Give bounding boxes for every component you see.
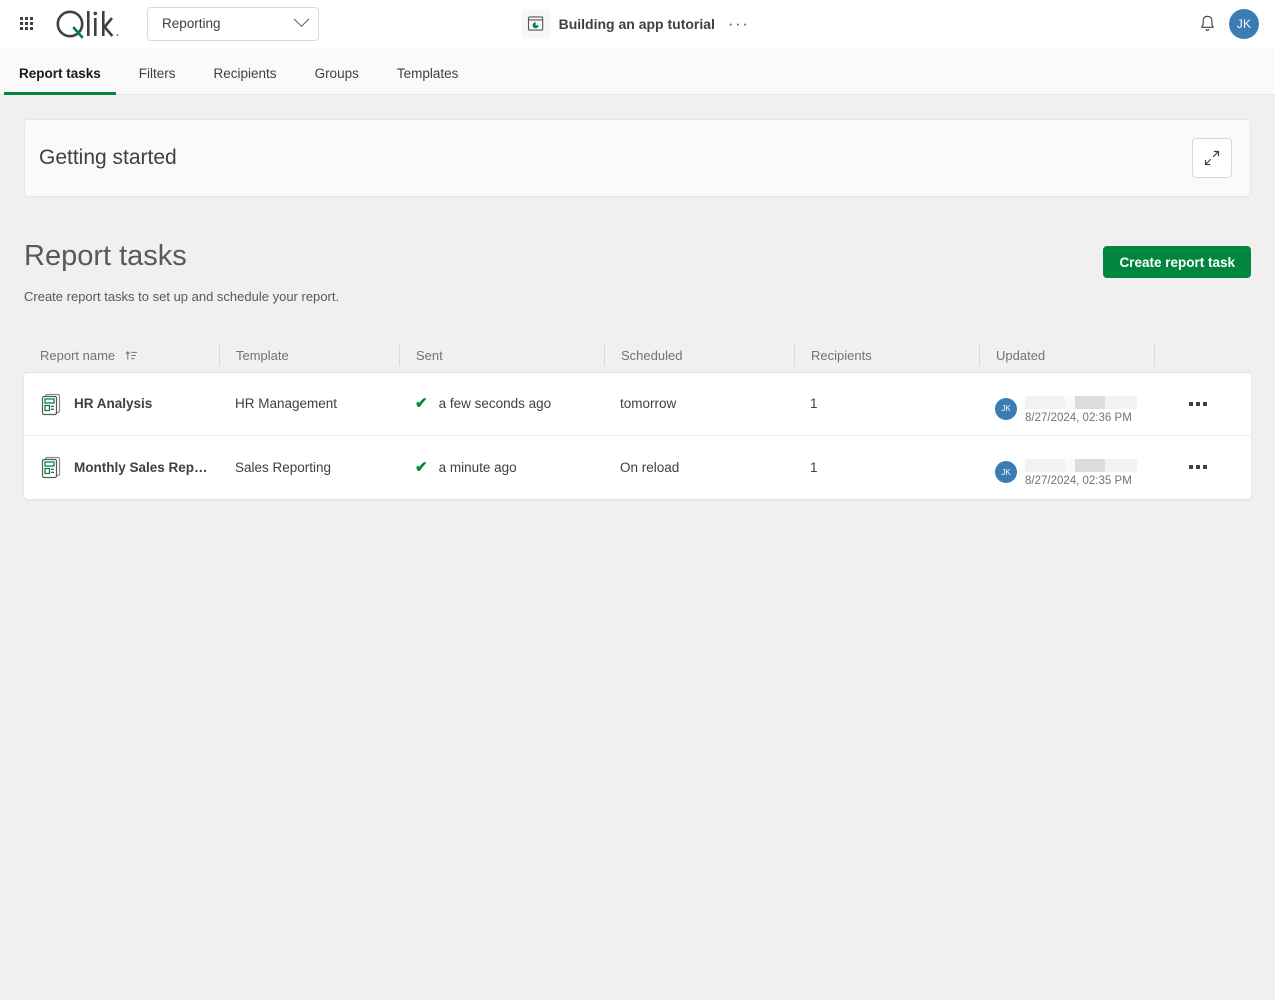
report-document-icon <box>41 457 61 479</box>
tab-templates[interactable]: Templates <box>378 66 478 94</box>
check-icon: ✔ <box>415 395 428 413</box>
main-content: Getting started Report tasks Create repo… <box>0 95 1275 499</box>
column-header-template[interactable]: Template <box>219 344 399 367</box>
app-title[interactable]: Building an app tutorial <box>559 16 715 32</box>
avatar: JK <box>995 461 1017 484</box>
tab-filters[interactable]: Filters <box>120 66 195 94</box>
create-report-task-button[interactable]: Create report task <box>1103 246 1251 278</box>
cell-scheduled: On reload <box>620 459 680 475</box>
column-header-actions <box>1154 344 1251 367</box>
report-document-icon <box>41 393 61 415</box>
tab-recipients[interactable]: Recipients <box>195 66 296 94</box>
cell-template: Sales Reporting <box>235 459 332 475</box>
cell-sent: ✔ a minute ago <box>399 460 604 475</box>
cell-actions <box>1154 401 1251 406</box>
page-title: Report tasks <box>24 240 187 272</box>
top-bar-actions: JK <box>1198 8 1275 39</box>
chevron-down-icon <box>293 11 310 28</box>
cell-updated: JK 8/27/2024, 02:35 PM <box>979 447 1154 487</box>
report-name-text: HR Analysis <box>74 396 153 412</box>
kebab-menu-icon[interactable] <box>1189 401 1207 406</box>
kebab-menu-icon[interactable] <box>1189 465 1207 470</box>
column-label-template: Template <box>236 347 289 363</box>
cell-report-name: HR Analysis <box>24 392 219 416</box>
updated-timestamp: 8/27/2024, 02:36 PM <box>1025 411 1132 424</box>
sort-ascending-icon[interactable] <box>125 349 138 362</box>
page-subtitle: Create report tasks to set up and schedu… <box>24 288 340 304</box>
expand-diagonal-icon <box>1204 150 1220 166</box>
column-header-sent[interactable]: Sent <box>399 344 604 367</box>
space-selector[interactable]: Reporting <box>147 6 319 41</box>
cell-scheduled: tomorrow <box>620 396 677 412</box>
expand-button[interactable] <box>1192 138 1232 178</box>
sent-text: a minute ago <box>438 459 517 475</box>
cell-actions <box>1154 465 1251 470</box>
redacted-user-name <box>1025 459 1137 473</box>
table-body: HR Analysis HR Management ✔ a few second… <box>24 372 1251 499</box>
check-icon: ✔ <box>415 458 428 476</box>
column-header-updated[interactable]: Updated <box>979 344 1154 367</box>
page-header: Report tasks Create report tasks to set … <box>24 240 1251 304</box>
table-header-row: Report name Template Sent Scheduled Reci… <box>24 339 1251 373</box>
table-row[interactable]: HR Analysis HR Management ✔ a few second… <box>24 373 1251 436</box>
app-launcher-button[interactable] <box>9 7 43 41</box>
cell-report-name: Monthly Sales Rep… <box>24 455 219 479</box>
redacted-user-name <box>1025 395 1137 409</box>
column-header-recipients[interactable]: Recipients <box>794 344 979 367</box>
updated-timestamp: 8/27/2024, 02:35 PM <box>1025 475 1132 488</box>
bell-icon[interactable] <box>1198 14 1217 34</box>
cell-updated: JK 8/27/2024, 02:36 PM <box>979 384 1154 424</box>
space-selector-value: Reporting <box>162 16 221 31</box>
column-label-updated: Updated <box>996 347 1046 363</box>
app-chart-icon <box>521 9 550 38</box>
cell-recipients: 1 <box>810 459 818 475</box>
report-tasks-table: Report name Template Sent Scheduled Reci… <box>24 339 1251 499</box>
column-header-scheduled[interactable]: Scheduled <box>604 344 794 367</box>
column-label-report-name: Report name <box>40 347 116 363</box>
table-row[interactable]: Monthly Sales Rep… Sales Reporting ✔ a m… <box>24 436 1251 499</box>
column-label-sent: Sent <box>416 347 443 363</box>
getting-started-title: Getting started <box>39 146 177 169</box>
cell-sent: ✔ a few seconds ago <box>399 396 604 411</box>
cell-template: HR Management <box>235 396 338 412</box>
app-more-menu-icon[interactable]: ··· <box>724 15 753 32</box>
top-bar: Reporting Building an app tutorial ··· J… <box>0 0 1275 48</box>
sent-text: a few seconds ago <box>438 396 552 412</box>
qlik-logo[interactable] <box>55 9 121 39</box>
getting-started-card: Getting started <box>24 119 1251 197</box>
avatar: JK <box>995 397 1017 420</box>
tab-report-tasks[interactable]: Report tasks <box>0 66 120 95</box>
app-context: Building an app tutorial ··· <box>521 9 754 38</box>
qlik-logo-icon <box>56 10 119 38</box>
column-header-report-name[interactable]: Report name <box>24 344 219 366</box>
column-label-recipients: Recipients <box>811 347 872 363</box>
grid-icon <box>19 17 33 30</box>
avatar[interactable]: JK <box>1229 8 1259 39</box>
tab-groups[interactable]: Groups <box>296 66 378 94</box>
cell-recipients: 1 <box>810 396 818 412</box>
report-name-text: Monthly Sales Rep… <box>74 459 208 475</box>
primary-tabs: Report tasks Filters Recipients Groups T… <box>0 48 1275 95</box>
column-label-scheduled: Scheduled <box>621 347 683 363</box>
